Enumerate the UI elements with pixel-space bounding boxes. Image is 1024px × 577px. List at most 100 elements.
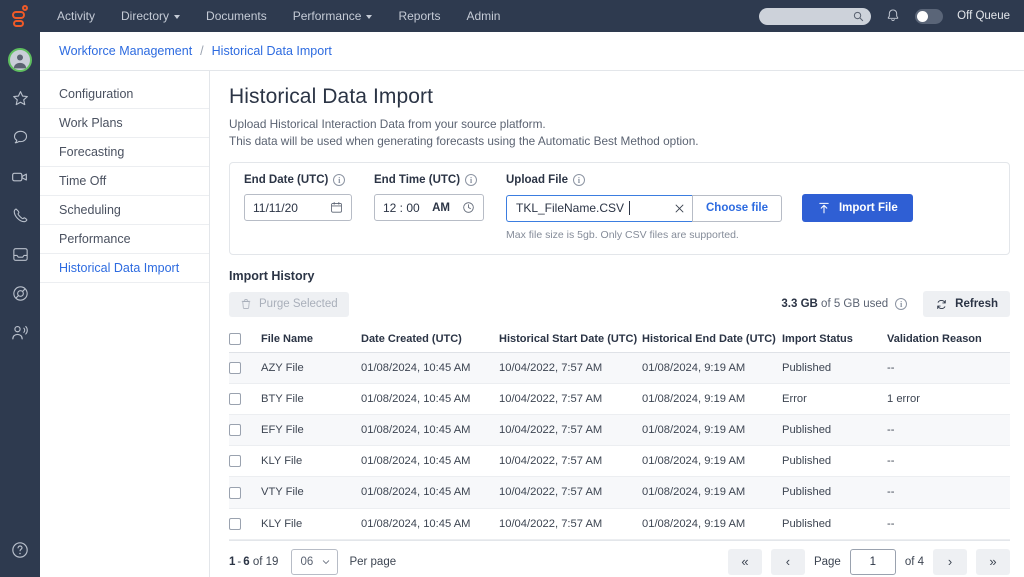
top-nav-performance[interactable]: Performance (280, 0, 386, 32)
column-header-historical-end[interactable]: Historical End Date (UTC) (642, 326, 782, 353)
sidebar-item-scheduling[interactable]: Scheduling (40, 196, 209, 225)
calendar-icon[interactable] (330, 201, 343, 214)
end-time-input[interactable]: 12 : 00 AM (374, 194, 484, 221)
per-page-select[interactable]: 06 (291, 549, 338, 575)
file-name-input[interactable]: TKL_FileName.CSV (506, 195, 692, 222)
top-nav-reports[interactable]: Reports (385, 0, 453, 32)
top-nav-admin[interactable]: Admin (453, 0, 513, 32)
info-icon[interactable]: i (573, 174, 585, 186)
sidebar-item-work-plans[interactable]: Work Plans (40, 109, 209, 138)
rail-item-profile[interactable] (0, 40, 40, 79)
rail-item-broadcast[interactable] (0, 313, 40, 352)
column-header-historical-start[interactable]: Historical Start Date (UTC) (499, 326, 642, 353)
application-body: Workforce Management / Historical Data I… (0, 32, 1024, 577)
info-icon[interactable]: i (895, 298, 907, 310)
breadcrumb-root[interactable]: Workforce Management (59, 44, 192, 58)
chevron-down-icon (321, 557, 331, 567)
top-nav-admin-label: Admin (466, 9, 500, 23)
breadcrumb: Workforce Management / Historical Data I… (40, 32, 1024, 71)
sidebar-item-forecasting[interactable]: Forecasting (40, 138, 209, 167)
first-page-button[interactable]: « (728, 549, 762, 575)
cell-validation-reason[interactable]: 1 error (887, 384, 1010, 415)
purge-selected-button[interactable]: Purge Selected (229, 292, 349, 317)
cell-date-created: 01/08/2024, 10:45 AM (361, 508, 499, 539)
storage-total-text: of 5 GB used (821, 298, 888, 310)
sidebar-item-time-off[interactable]: Time Off (40, 167, 209, 196)
notifications-bell-icon[interactable] (885, 8, 901, 24)
table-row[interactable]: KLY File 01/08/2024, 10:45 AM 10/04/2022… (229, 446, 1010, 477)
search-input[interactable] (759, 8, 871, 25)
end-date-input[interactable]: 11/11/20 (244, 194, 352, 221)
select-all-header (229, 326, 261, 353)
cell-historical-end: 01/08/2024, 9:19 AM (642, 384, 782, 415)
range-dash: - (237, 556, 241, 568)
end-time-ampm[interactable]: AM (432, 202, 450, 214)
column-header-validation-reason[interactable]: Validation Reason (887, 326, 1010, 353)
sidebar-item-label: Performance (59, 232, 131, 246)
sidebar-item-label: Scheduling (59, 203, 121, 217)
refresh-button[interactable]: Refresh (923, 291, 1010, 317)
row-checkbox[interactable] (229, 518, 241, 530)
info-icon[interactable]: i (333, 174, 345, 186)
sidebar-item-configuration[interactable]: Configuration (40, 80, 209, 109)
upload-arrow-icon (817, 201, 831, 215)
clear-file-icon[interactable] (674, 203, 685, 214)
import-file-button[interactable]: Import File (802, 194, 913, 222)
table-row[interactable]: KLY File 01/08/2024, 10:45 AM 10/04/2022… (229, 508, 1010, 539)
cell-import-status: Published (782, 477, 887, 508)
row-checkbox[interactable] (229, 393, 241, 405)
rail-item-help[interactable] (0, 530, 40, 569)
column-header-import-status[interactable]: Import Status (782, 326, 887, 353)
clock-icon[interactable] (462, 201, 475, 214)
top-nav-directory[interactable]: Directory (108, 0, 193, 32)
cell-historical-end: 01/08/2024, 9:19 AM (642, 415, 782, 446)
last-page-button[interactable]: » (976, 549, 1010, 575)
next-page-button[interactable]: › (933, 549, 967, 575)
select-all-checkbox[interactable] (229, 333, 241, 345)
column-header-file-name[interactable]: File Name (261, 326, 361, 353)
previous-page-button[interactable]: ‹ (771, 549, 805, 575)
table-row[interactable]: AZY File 01/08/2024, 10:45 AM 10/04/2022… (229, 353, 1010, 384)
cell-historical-end: 01/08/2024, 9:19 AM (642, 353, 782, 384)
top-nav-activity[interactable]: Activity (44, 0, 108, 32)
row-checkbox[interactable] (229, 455, 241, 467)
row-checkbox[interactable] (229, 487, 241, 499)
cell-date-created: 01/08/2024, 10:45 AM (361, 353, 499, 384)
sidebar-item-label: Work Plans (59, 116, 123, 130)
page-label: Page (814, 556, 841, 568)
rail-item-favorites[interactable] (0, 79, 40, 118)
off-queue-toggle[interactable] (915, 9, 943, 24)
upload-file-label-row: Upload File i (506, 174, 913, 186)
table-row[interactable]: EFY File 01/08/2024, 10:45 AM 10/04/2022… (229, 415, 1010, 446)
end-time-label: End Time (UTC) (374, 174, 460, 186)
row-checkbox[interactable] (229, 362, 241, 374)
info-icon[interactable]: i (465, 174, 477, 186)
page-number-input[interactable]: 1 (850, 549, 896, 575)
rail-item-phone[interactable] (0, 196, 40, 235)
sidebar-item-performance[interactable]: Performance (40, 225, 209, 254)
breadcrumb-current[interactable]: Historical Data Import (212, 44, 332, 58)
top-nav-documents[interactable]: Documents (193, 0, 280, 32)
rail-item-video[interactable] (0, 157, 40, 196)
content-area: Workforce Management / Historical Data I… (40, 32, 1024, 577)
table-row[interactable]: VTY File 01/08/2024, 10:45 AM 10/04/2022… (229, 477, 1010, 508)
avatar (8, 48, 32, 72)
row-select-cell (229, 477, 261, 508)
pagination-bar: 1-6 of 19 06 Per page « ‹ (229, 540, 1010, 577)
rail-item-support[interactable] (0, 274, 40, 313)
row-checkbox[interactable] (229, 424, 241, 436)
column-header-date-created[interactable]: Date Created (UTC) (361, 326, 499, 353)
logo-pill-shape-lower (13, 20, 24, 27)
cell-historical-end: 01/08/2024, 9:19 AM (642, 508, 782, 539)
table-row[interactable]: BTY File 01/08/2024, 10:45 AM 10/04/2022… (229, 384, 1010, 415)
sidebar-item-historical-data-import[interactable]: Historical Data Import (40, 254, 209, 283)
upload-file-label: Upload File (506, 174, 568, 186)
choose-file-button[interactable]: Choose file (692, 195, 782, 222)
genesys-logo[interactable] (0, 0, 40, 32)
cell-file-name: VTY File (261, 477, 361, 508)
rail-item-chat[interactable] (0, 118, 40, 157)
cell-historical-start: 10/04/2022, 7:57 AM (499, 446, 642, 477)
rail-item-inbox[interactable] (0, 235, 40, 274)
user-avatar-icon (10, 49, 30, 71)
top-nav-performance-label: Performance (293, 9, 362, 23)
